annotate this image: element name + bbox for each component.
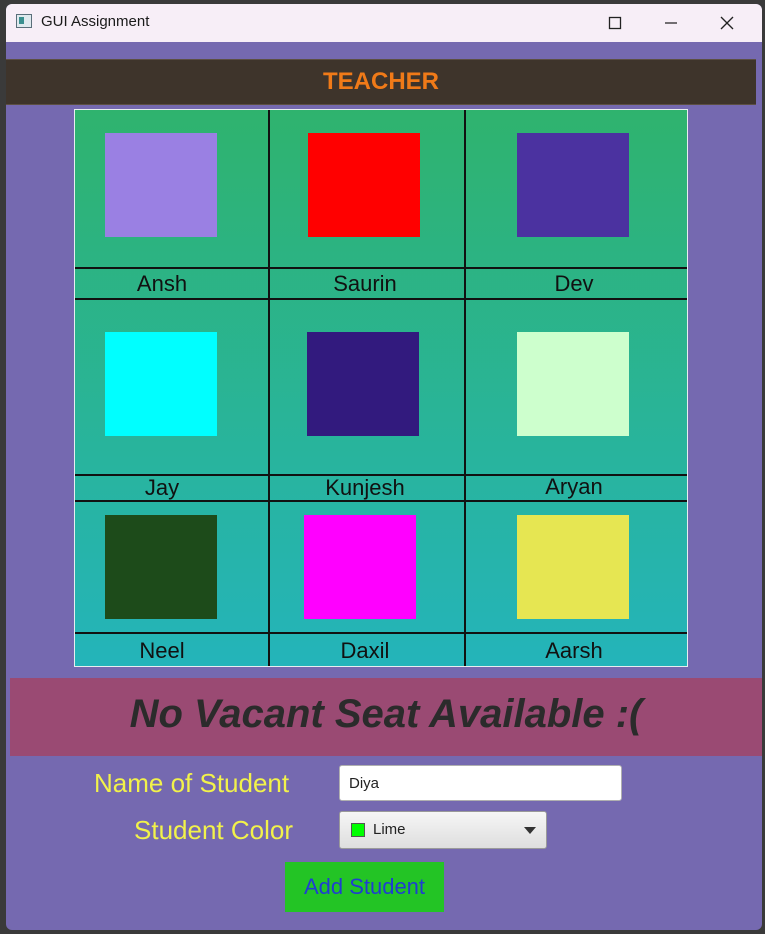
seat-name: Daxil (340, 638, 390, 663)
app-window: GUI Assignment TEACHER Ansh Saurin Dev J… (6, 4, 762, 930)
seat-color-swatch (517, 332, 629, 436)
grid-divider (464, 110, 466, 666)
color-label: Student Color (134, 815, 293, 845)
status-banner: No Vacant Seat Available :( (10, 678, 762, 756)
seat-grid: Ansh Saurin Dev Jay Kunjesh Aryan Neel D… (74, 109, 688, 667)
minimize-button[interactable] (642, 4, 700, 42)
student-color-select[interactable]: Lime (339, 811, 547, 849)
seat-color-swatch (307, 332, 419, 436)
name-label: Name of Student (94, 768, 290, 798)
seat-color-swatch (304, 515, 416, 619)
maximize-icon (608, 16, 622, 30)
title-bar: GUI Assignment (6, 4, 762, 42)
grid-divider (75, 632, 687, 634)
seat-name: Aarsh (545, 638, 603, 663)
seat-name: Neel (139, 638, 185, 663)
teacher-header: TEACHER (6, 59, 756, 105)
student-name-input[interactable] (339, 765, 622, 801)
seat-name: Jay (144, 475, 180, 500)
chevron-down-icon (524, 827, 536, 834)
seat-name: Dev (554, 271, 594, 296)
maximize-button[interactable] (586, 4, 644, 42)
close-button[interactable] (698, 4, 756, 42)
seat-name: Kunjesh (325, 475, 405, 500)
seat-name: Aryan (545, 474, 603, 499)
seat-color-swatch (517, 133, 629, 237)
teacher-label: TEACHER (322, 68, 439, 95)
seat-color-swatch (308, 133, 420, 237)
grid-divider (268, 110, 270, 666)
window-title: GUI Assignment (41, 13, 150, 30)
app-icon (16, 14, 32, 28)
seat-name: Ansh (136, 271, 188, 296)
seat-color-swatch (105, 133, 217, 237)
status-message: No Vacant Seat Available :( (129, 692, 643, 736)
add-student-button[interactable]: Add Student (285, 862, 444, 912)
grid-divider (75, 267, 687, 269)
grid-divider (75, 298, 687, 300)
selected-color-swatch (351, 823, 365, 837)
seat-color-swatch (517, 515, 629, 619)
close-icon (720, 16, 734, 30)
minimize-icon (665, 22, 677, 24)
seat-name: Saurin (333, 271, 397, 296)
seat-color-swatch (105, 515, 217, 619)
selected-color-label: Lime (373, 821, 406, 838)
seat-color-swatch (105, 332, 217, 436)
